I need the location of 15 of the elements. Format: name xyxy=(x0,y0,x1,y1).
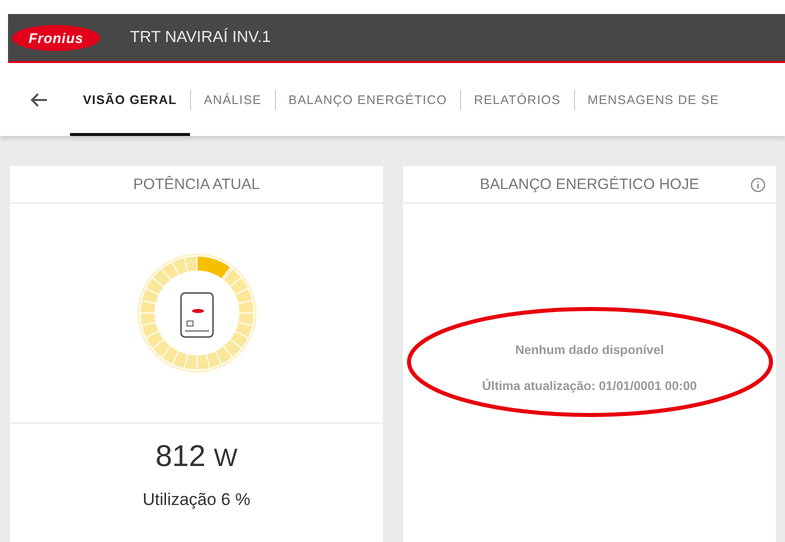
back-arrow-icon xyxy=(30,92,48,108)
brand-logo: Fronius xyxy=(12,24,100,50)
last-update-text: Última atualização: 01/01/0001 00:00 xyxy=(482,379,697,393)
nav-tab[interactable]: MENSAGENS DE SE xyxy=(574,63,732,136)
utilization-text: Utilização 6 % xyxy=(142,490,250,510)
back-button[interactable] xyxy=(30,92,48,108)
device-title: TRT NAVIRAÍ INV.1 xyxy=(130,28,271,46)
card-title: POTÊNCIA ATUAL xyxy=(133,176,260,192)
nav-tab[interactable]: RELATÓRIOS xyxy=(461,63,574,136)
nav-tab[interactable]: ANÁLISE xyxy=(190,63,275,136)
nav-tab[interactable]: BALANÇO ENERGÉTICO xyxy=(276,63,460,136)
no-data-message: Nenhum dado disponível xyxy=(515,343,664,357)
info-icon[interactable] xyxy=(750,177,766,193)
power-value: 812 W xyxy=(155,440,238,474)
card-title: BALANÇO ENERGÉTICO HOJE xyxy=(480,176,700,192)
